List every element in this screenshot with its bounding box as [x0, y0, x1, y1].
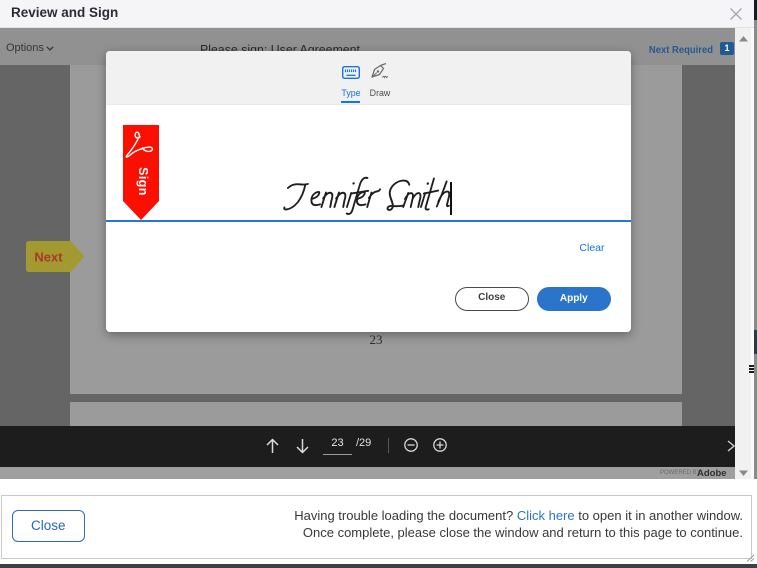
svg-text:Sign: Sign — [136, 167, 150, 196]
svg-text:Next: Next — [34, 250, 63, 265]
